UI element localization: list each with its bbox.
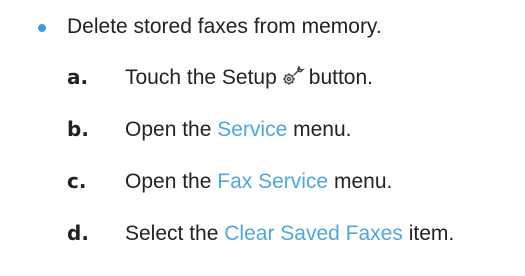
menu-term-service: Service	[217, 118, 288, 141]
step-text-before: Open the	[125, 170, 212, 193]
step-b: b. Open the Service menu.	[67, 112, 352, 146]
step-text-after: menu.	[293, 118, 352, 141]
step-text-before: Touch the Setup	[125, 66, 277, 89]
step-body: Touch the Setup button.	[125, 61, 373, 95]
step-letter: d.	[67, 221, 89, 245]
bullet-dot-icon	[38, 23, 46, 32]
step-body: Select the Clear Saved Faxes item.	[125, 217, 454, 251]
step-text-before: Open the	[125, 118, 212, 141]
step-text-before: Select the	[125, 222, 219, 245]
step-body: Open the Service menu.	[125, 113, 352, 147]
step-text-after: button.	[308, 66, 374, 89]
document-page: Delete stored faxes from memory. a. Touch…	[0, 0, 525, 276]
step-letter: c.	[67, 169, 87, 193]
step-letter: b.	[67, 117, 89, 141]
intro-text: Delete stored faxes from memory.	[67, 15, 382, 38]
step-c: c. Open the Fax Service menu.	[67, 164, 392, 198]
step-letter: a.	[67, 65, 89, 89]
step-text-after: menu.	[333, 170, 393, 193]
step-text-after: item.	[408, 222, 455, 245]
step-body: Open the Fax Service menu.	[125, 165, 392, 199]
step-d: d. Select the Clear Saved Faxes item.	[67, 216, 454, 250]
menu-term-clear-saved-faxes: Clear Saved Faxes	[224, 222, 403, 245]
bullet	[38, 10, 46, 44]
step-a: a. Touch the Setup button.	[67, 60, 373, 94]
setup-wrench-gear-icon	[281, 64, 305, 88]
menu-term-fax-service: Fax Service	[217, 170, 329, 193]
